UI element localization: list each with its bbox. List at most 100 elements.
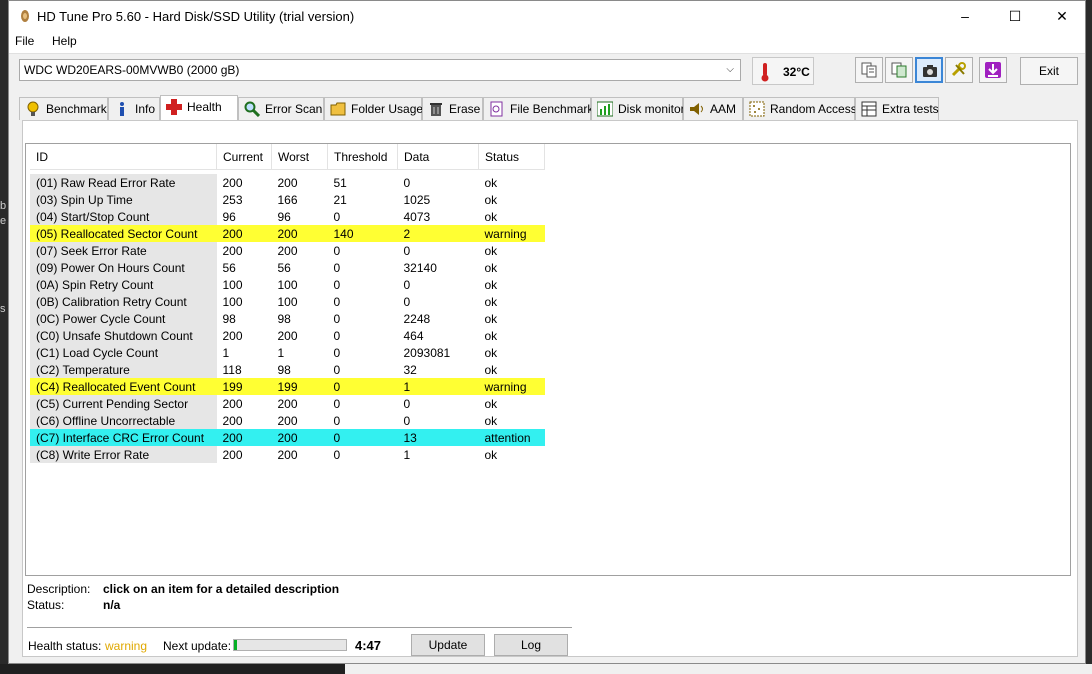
title-bar[interactable]: HD Tune Pro 5.60 - Hard Disk/SSD Utility… [9, 1, 1085, 31]
tab-error-scan[interactable]: Error Scan [238, 97, 324, 120]
tab-folder-usage[interactable]: Folder Usage [324, 97, 423, 120]
update-button[interactable]: Update [411, 634, 485, 656]
table-row[interactable]: (04) Start/Stop Count 96 96 0 4073 ok [30, 208, 545, 225]
table-row[interactable]: (03) Spin Up Time 253 166 21 1025 ok [30, 191, 545, 208]
exit-button[interactable]: Exit [1020, 57, 1078, 85]
tab-erase[interactable]: Erase [422, 97, 483, 120]
cell-id: (07) Seek Error Rate [30, 242, 217, 259]
lightbulb-icon [25, 101, 41, 117]
cell-id: (05) Reallocated Sector Count [30, 225, 217, 242]
cell-data: 32 [403, 362, 417, 377]
tab-file-benchmark[interactable]: File Benchmark [483, 97, 593, 120]
hdtune-app-icon [19, 9, 31, 22]
cell-data: 1 [397, 378, 479, 395]
cell-threshold: 0 [333, 328, 341, 343]
cell-threshold: 0 [327, 378, 398, 395]
table-header-row: ID Current Worst Threshold Data Status [30, 144, 545, 170]
cell-current: 100 [222, 277, 243, 292]
close-button[interactable]: ✕ [1039, 1, 1085, 31]
cell-threshold: 21 [333, 192, 347, 207]
cell-data: 0 [403, 277, 411, 292]
menu-help[interactable]: Help [52, 34, 77, 48]
folder-icon [330, 101, 346, 117]
trash-icon [428, 101, 444, 117]
table-row[interactable]: (07) Seek Error Rate 200 200 0 0 ok [30, 242, 545, 259]
table-row[interactable]: (0B) Calibration Retry Count 100 100 0 0 ok [30, 293, 545, 310]
random-access-icon [749, 101, 765, 117]
table-row[interactable]: (01) Raw Read Error Rate 200 200 51 0 ok [30, 174, 545, 191]
table-row[interactable]: (09) Power On Hours Count 56 56 0 32140 ok [30, 259, 545, 276]
copy-screenshot-button[interactable] [885, 57, 913, 83]
cell-id: (C7) Interface CRC Error Count [30, 429, 217, 446]
log-button[interactable]: Log [494, 634, 568, 656]
cell-data: 13 [397, 429, 479, 446]
background-window-strip [345, 664, 1092, 674]
info-icon [114, 101, 130, 117]
thermometer-icon [759, 62, 771, 85]
tab-disk-monitor[interactable]: Disk monitor [591, 97, 685, 120]
tab-benchmark[interactable]: Benchmark [19, 97, 108, 120]
cell-status: ok [484, 413, 498, 428]
table-row[interactable]: (C0) Unsafe Shutdown Count 200 200 0 464 ok [30, 327, 545, 344]
cell-id: (03) Spin Up Time [30, 191, 217, 208]
maximize-button[interactable]: ☐ [992, 1, 1038, 31]
cell-status: warning [478, 225, 545, 242]
table-row[interactable]: (0A) Spin Retry Count 100 100 0 0 ok [30, 276, 545, 293]
tab-label: Health [187, 100, 222, 114]
cell-current: 96 [222, 209, 236, 224]
table-row[interactable]: (05) Reallocated Sector Count 200 200 140 2 w… [30, 225, 545, 242]
tab-extra-tests[interactable]: Extra tests [855, 97, 939, 120]
table-row[interactable]: (C7) Interface CRC Error Count 200 200 0 13 a… [30, 429, 545, 446]
cell-status: ok [484, 294, 498, 309]
table-row[interactable]: (C1) Load Cycle Count 1 1 0 2093081 ok [30, 344, 545, 361]
cell-data: 1025 [403, 192, 431, 207]
table-row[interactable]: (C5) Current Pending Sector 200 200 0 0 ok [30, 395, 545, 412]
cell-worst: 100 [277, 294, 298, 309]
table-row[interactable]: (C6) Offline Uncorrectable 200 200 0 0 ok [30, 412, 545, 429]
wrench-tools-icon [951, 62, 966, 77]
cell-worst: 98 [277, 362, 291, 377]
drive-select[interactable]: WDC WD20EARS-00MVWB0 (2000 gB) ⌵ [19, 59, 741, 81]
update-countdown: 4:47 [355, 638, 382, 653]
table-row[interactable]: (C2) Temperature 118 98 0 32 ok [30, 361, 545, 378]
cell-status: ok [484, 396, 498, 411]
column-header-threshold[interactable]: Threshold [327, 144, 398, 170]
table-row[interactable]: (C4) Reallocated Event Count 199 199 0 1 warn… [30, 378, 545, 395]
temperature-display: 32°C [752, 57, 814, 85]
tab-label: Benchmark [46, 102, 107, 116]
column-header-worst[interactable]: Worst [271, 144, 328, 170]
cell-current: 199 [216, 378, 272, 395]
cell-threshold: 0 [333, 396, 341, 411]
smart-attributes-list[interactable]: ID Current Worst Threshold Data Status (… [25, 143, 1071, 576]
table-row[interactable]: (0C) Power Cycle Count 98 98 0 2248 ok [30, 310, 545, 327]
column-header-id[interactable]: ID [30, 144, 217, 170]
column-header-data[interactable]: Data [397, 144, 479, 170]
column-header-status[interactable]: Status [478, 144, 545, 170]
copy-text-button[interactable] [855, 57, 883, 83]
tab-aam[interactable]: AAM [683, 97, 743, 120]
cell-worst: 166 [277, 192, 298, 207]
table-row[interactable]: (C8) Write Error Rate 200 200 0 1 ok [30, 446, 545, 463]
cell-current: 200 [222, 328, 243, 343]
cell-status: ok [484, 447, 498, 462]
cell-threshold: 0 [333, 294, 341, 309]
options-button[interactable] [945, 57, 973, 83]
column-header-current[interactable]: Current [216, 144, 272, 170]
cell-status: ok [484, 260, 498, 275]
cell-current: 56 [222, 260, 236, 275]
tab-info[interactable]: Info [108, 97, 160, 120]
cell-threshold: 51 [333, 175, 347, 190]
status-label: Status: [27, 598, 65, 612]
cell-data: 2248 [403, 311, 431, 326]
cell-data: 2093081 [403, 345, 451, 360]
menu-file[interactable]: File [15, 34, 34, 48]
tab-health[interactable]: Health [160, 95, 238, 121]
desktop-background-right [1086, 0, 1092, 674]
save-button[interactable] [979, 57, 1007, 83]
description-label: Description: [27, 582, 91, 596]
cell-status: ok [484, 311, 498, 326]
tab-random-access[interactable]: Random Access [743, 97, 857, 120]
minimize-button[interactable]: – [942, 1, 988, 31]
desktop-fragment: b [0, 200, 7, 212]
screenshot-button[interactable] [915, 57, 943, 83]
